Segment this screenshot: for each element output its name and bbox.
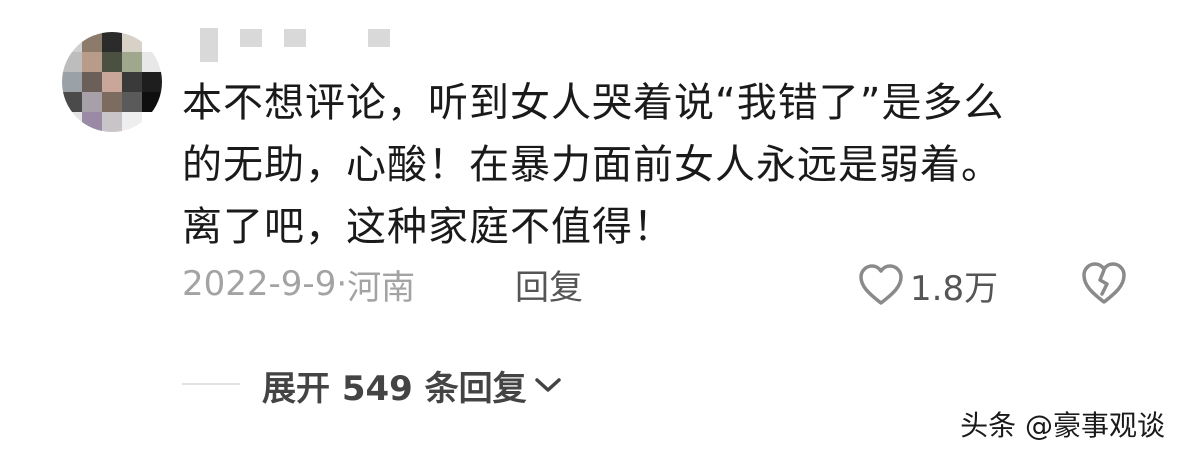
avatar[interactable] xyxy=(62,32,162,132)
avatar-pixel xyxy=(122,52,142,72)
divider xyxy=(182,383,240,385)
comment-date: 2022-9-9 xyxy=(182,264,337,304)
avatar-pixel xyxy=(82,92,102,112)
avatar-pixel xyxy=(62,92,82,112)
avatar-pixel xyxy=(122,32,142,52)
avatar-pixel xyxy=(142,52,162,72)
avatar-pixel xyxy=(62,32,82,52)
comment-text: 本不想评论，听到女人哭着说“我错了”是多么 的无助，心酸！在暴力面前女人永远是弱… xyxy=(182,72,1122,258)
avatar-pixel xyxy=(142,112,162,132)
like-count: 1.8万 xyxy=(910,268,999,309)
comment-line: 本不想评论，听到女人哭着说“我错了”是多么 xyxy=(182,80,1005,126)
meta-separator: · xyxy=(336,264,348,304)
dislike-button[interactable] xyxy=(1080,260,1130,310)
avatar-pixel xyxy=(102,32,122,52)
avatar-pixel xyxy=(142,92,162,112)
reply-label: 回复 xyxy=(515,267,583,308)
avatar-pixel xyxy=(102,72,122,92)
avatar-pixel xyxy=(102,112,122,132)
avatar-pixel xyxy=(102,92,122,112)
username-pixelated[interactable] xyxy=(200,28,390,62)
avatar-pixel xyxy=(82,72,102,92)
chevron-down-icon xyxy=(533,375,563,395)
like-button[interactable]: 1.8万 xyxy=(858,260,998,310)
username-block xyxy=(200,28,218,62)
username-block xyxy=(240,29,262,47)
watermark: 头条 @豪事观谈 xyxy=(960,409,1165,442)
comment-location: 河南 xyxy=(347,267,416,308)
avatar-pixel xyxy=(122,112,142,132)
username-block xyxy=(368,29,390,47)
avatar-pixel xyxy=(122,72,142,92)
expand-replies-label: 展开 549 条回复 xyxy=(262,368,527,409)
reply-button[interactable]: 回复 xyxy=(515,258,583,310)
avatar-pixel xyxy=(62,72,82,92)
avatar-pixel xyxy=(142,72,162,92)
comment-meta: 2022-9-9 · 河南 xyxy=(182,258,415,310)
avatar-pixel xyxy=(102,52,122,72)
comment-line: 离了吧，这种家庭不值得！ xyxy=(182,204,674,250)
broken-heart-icon xyxy=(1080,260,1130,306)
avatar-pixel xyxy=(62,112,82,132)
avatar-pixel xyxy=(82,112,102,132)
avatar-pixel xyxy=(122,92,142,112)
avatar-pixel xyxy=(142,32,162,52)
avatar-pixel xyxy=(82,32,102,52)
expand-replies-button[interactable]: 展开 549 条回复 xyxy=(262,360,563,410)
username-block xyxy=(284,29,306,47)
comment-line: 的无助，心酸！在暴力面前女人永远是弱着。 xyxy=(182,142,1002,188)
avatar-pixel xyxy=(82,52,102,72)
avatar-pixel xyxy=(62,52,82,72)
heart-outline-icon xyxy=(858,263,904,307)
